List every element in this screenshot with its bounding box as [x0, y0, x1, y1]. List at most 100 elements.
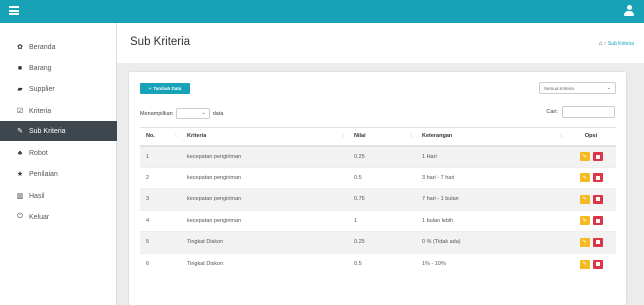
search-input[interactable] — [562, 106, 615, 118]
cell-nilai: 0.5 — [348, 252, 416, 275]
column-header-kriteria[interactable]: Kriteria ↑↓ — [181, 127, 348, 147]
sidebar-item-label: Beranda — [29, 43, 56, 51]
sidebar-item-robot[interactable]: ♣ Robot — [0, 143, 117, 163]
sidebar: ✿ Beranda ■ Barang ▰ Supplier ☑ Kriteria ✎ Su… — [0, 23, 117, 305]
sidebar-item-label: Kriteria — [29, 107, 52, 115]
sort-icon: ↑↓ — [409, 133, 413, 139]
trash-icon — [595, 218, 600, 223]
cell-no: 5 — [140, 231, 181, 253]
edit-button[interactable]: ✎ — [579, 152, 590, 161]
content-header: Sub Kriteria ⌂ / Sub Kriteria — [117, 23, 644, 63]
cell-opsi: ✎ — [566, 145, 616, 167]
trash-icon — [595, 262, 600, 266]
sidebar-item-barang[interactable]: ■ Barang — [0, 58, 117, 78]
cell-no: 2 — [140, 166, 181, 189]
show-suffix: data — [212, 110, 224, 117]
cell-kriteria: kecepatan pengiriman — [181, 188, 348, 210]
table-row: 3 kecepatan pengiriman 0.75 7 hari - 1 b… — [140, 188, 616, 210]
edit-icon: ✎ — [17, 128, 23, 135]
table-row: 5 Tingkat Diskon 0.25 0 % (Tidak ada) ✎ — [140, 231, 616, 253]
sidebar-item-beranda[interactable]: ✿ Beranda — [0, 37, 117, 57]
user-icon[interactable] — [624, 5, 634, 17]
cell-no: 6 — [140, 252, 181, 275]
page-title: Sub Kriteria — [130, 36, 191, 48]
cell-kriteria: kecepatan pengiriman — [181, 166, 348, 189]
column-header-keterangan[interactable]: Keterangan ↑↓ — [416, 127, 566, 147]
trash-icon — [595, 175, 600, 180]
table-row: 4 kecepatan pengiriman 1 1 bulan lebih ✎ — [140, 209, 616, 232]
search-control: Cari: — [546, 106, 615, 118]
trash-icon — [595, 240, 600, 245]
cell-nilai: 1 — [348, 209, 416, 232]
trash-icon — [595, 197, 600, 202]
edit-box-icon: ☑ — [16, 108, 24, 115]
cell-opsi: ✎ — [566, 188, 616, 210]
cell-no: 3 — [140, 188, 181, 210]
cell-keterangan: 7 hari - 1 bulan — [416, 188, 566, 210]
hamburger-menu-icon[interactable] — [9, 6, 19, 15]
chevron-down-icon: ⌄ — [201, 110, 206, 116]
sidebar-item-label: Hasil — [29, 192, 45, 200]
edit-button[interactable]: ✎ — [579, 216, 590, 226]
kriteria-filter-select[interactable]: Semua Kriteria ⌄ — [539, 82, 616, 94]
sidebar-item-label: Barang — [29, 64, 52, 72]
delete-button[interactable] — [592, 237, 603, 247]
sidebar-item-label: Keluar — [29, 213, 50, 221]
length-control: Menampilkan ⌄ data — [140, 108, 223, 119]
square-icon: ■ — [17, 64, 23, 72]
cell-kriteria: kecepatan pengiriman — [181, 209, 348, 232]
cell-keterangan: 1% - 10% — [416, 252, 566, 275]
add-data-button[interactable]: + Tambah Data — [140, 83, 190, 94]
sidebar-item-label: Sub Kriteria — [29, 127, 66, 135]
trash-icon — [595, 154, 600, 159]
edit-button[interactable]: ✎ — [579, 173, 590, 183]
sidebar-item-label: Robot — [29, 149, 48, 157]
sidebar-item-keluar[interactable]: ⏻ Keluar — [0, 207, 117, 227]
cell-opsi: ✎ — [566, 231, 616, 253]
cell-opsi: ✎ — [566, 166, 616, 189]
breadcrumb-separator: / — [604, 41, 606, 47]
truck-icon: ▰ — [17, 86, 23, 93]
cell-keterangan: 0 % (Tidak ada) — [416, 231, 566, 253]
home-icon[interactable]: ⌂ — [599, 41, 603, 47]
cell-opsi: ✎ — [566, 252, 616, 275]
delete-button[interactable] — [592, 173, 603, 183]
edit-button[interactable]: ✎ — [579, 259, 590, 269]
sub-kriteria-table: No. ↑↓ Kriteria ↑↓ Nilai ↑↓ Keterangan ↑↓ Op… — [140, 127, 616, 275]
sidebar-item-sub-kriteria[interactable]: ✎ Sub Kriteria — [0, 121, 117, 141]
cell-kriteria: kecepatan pengiriman — [181, 145, 348, 167]
sort-icon: ↑↓ — [341, 133, 345, 139]
page-length-select[interactable]: ⌄ — [175, 108, 210, 119]
power-icon: ⏻ — [17, 213, 23, 220]
show-prefix: Menampilkan — [140, 110, 173, 117]
sidebar-item-kriteria[interactable]: ☑ Kriteria — [0, 101, 117, 121]
sidebar-item-label: Supplier — [29, 85, 55, 93]
cell-keterangan: 3 hari - 7 hari — [416, 166, 566, 189]
delete-button[interactable] — [592, 259, 603, 269]
delete-button[interactable] — [592, 194, 603, 204]
search-label: Cari: — [546, 109, 558, 115]
sort-icon: ↑↓ — [559, 133, 563, 139]
edit-button[interactable]: ✎ — [579, 194, 590, 204]
table-header-row: No. ↑↓ Kriteria ↑↓ Nilai ↑↓ Keterangan ↑↓ Op… — [140, 127, 616, 147]
cell-nilai: 0.25 — [348, 145, 416, 167]
column-header-nilai[interactable]: Nilai ↑↓ — [348, 127, 416, 147]
sidebar-item-penilaian[interactable]: ★ Penilaian — [0, 164, 117, 184]
column-header-no[interactable]: No. ↑↓ — [140, 127, 181, 147]
column-header-opsi: Opsi — [566, 127, 616, 147]
sidebar-item-supplier[interactable]: ▰ Supplier — [0, 79, 117, 99]
table-row: 2 kecepatan pengiriman 0.5 3 hari - 7 ha… — [140, 166, 616, 189]
cell-nilai: 0.5 — [348, 166, 416, 189]
top-navbar — [0, 0, 644, 23]
breadcrumb: ⌂ / Sub Kriteria — [599, 41, 634, 47]
cell-opsi: ✎ — [566, 209, 616, 232]
chevron-down-icon: ⌄ — [606, 85, 611, 91]
cell-nilai: 0.25 — [348, 231, 416, 253]
delete-button[interactable] — [592, 216, 603, 226]
edit-button[interactable]: ✎ — [579, 237, 590, 247]
table-row: 6 Tingkat Diskon 0.5 1% - 10% ✎ — [140, 252, 616, 275]
delete-button[interactable] — [592, 152, 603, 161]
tachometer-icon: ✿ — [17, 44, 23, 51]
add-data-label: Tambah Data — [153, 86, 182, 91]
sidebar-item-hasil[interactable]: ▥ Hasil — [0, 186, 117, 206]
